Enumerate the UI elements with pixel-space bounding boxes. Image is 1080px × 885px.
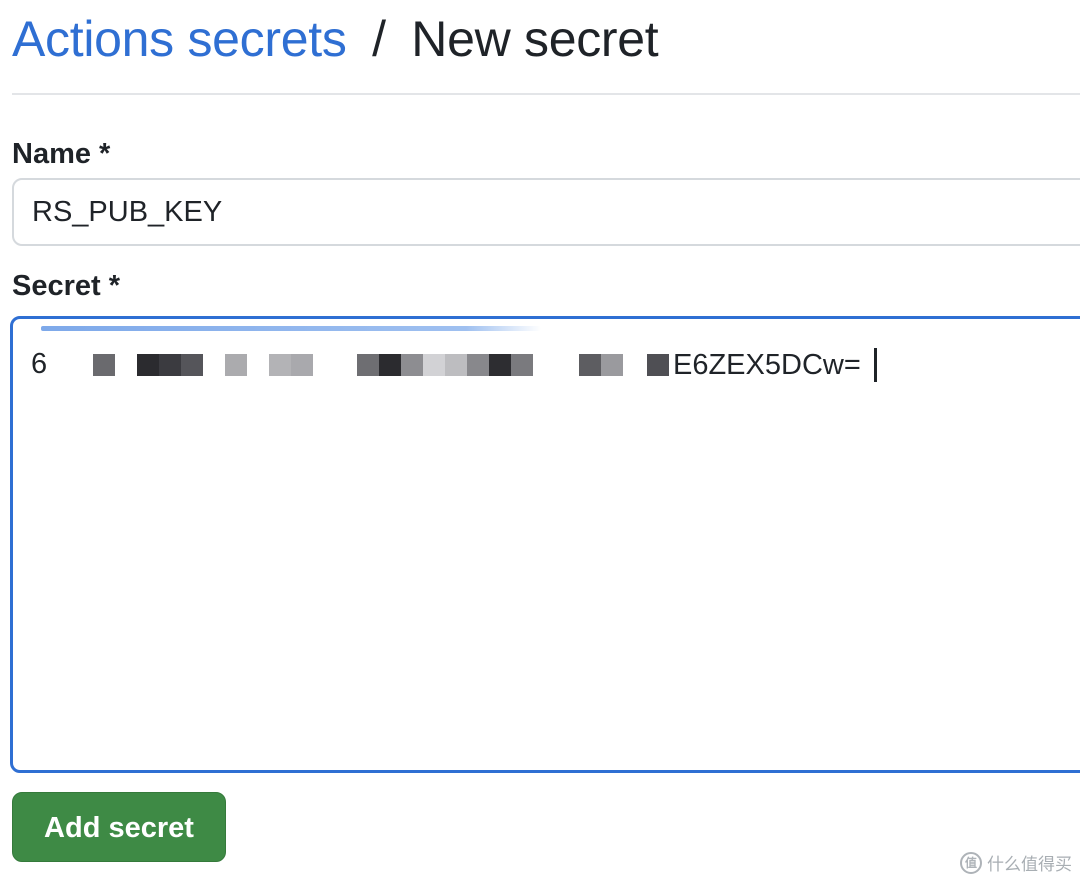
watermark-logo-icon: 值 [960,851,982,874]
add-secret-button[interactable]: Add secret [12,792,226,862]
header-divider [12,93,1080,95]
breadcrumb-separator: / [372,11,386,67]
secret-textarea[interactable]: 6 E6ZEX5DCw= [10,316,1080,773]
name-input[interactable]: RS_PUB_KEY [12,178,1080,246]
page-title: Actions secrets / New secret [12,10,659,68]
secret-label: Secret * [12,270,121,302]
watermark-text: 什么值得买 [987,855,1072,875]
breadcrumb-current: New secret [411,11,659,67]
text-caret [874,348,877,382]
selection-highlight [41,326,541,331]
secret-value-start: 6 [31,348,48,380]
breadcrumb-actions-secrets-link[interactable]: Actions secrets [12,11,347,67]
watermark: 值 什么值得买 [960,850,1072,875]
name-label: Name * [12,138,111,170]
new-secret-page: Actions secrets / New secret Name * RS_P… [0,0,1080,885]
secret-value-end: E6ZEX5DCw= [673,349,861,381]
